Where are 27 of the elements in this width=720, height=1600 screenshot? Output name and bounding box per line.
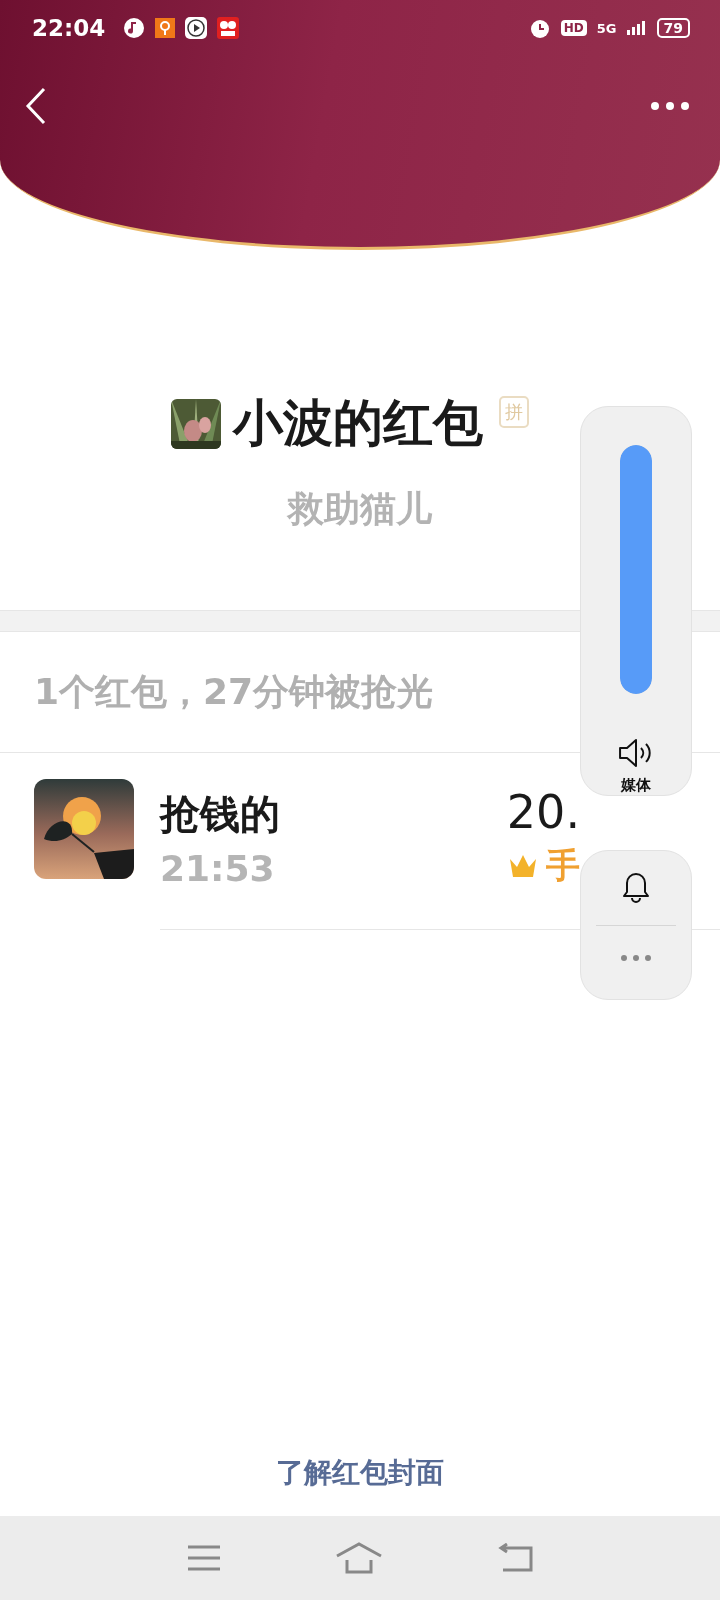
network-type: 5G xyxy=(596,20,617,36)
claimer-name: 抢钱的 xyxy=(160,790,281,839)
status-time: 22:04 xyxy=(32,15,106,41)
home-button[interactable] xyxy=(335,1542,383,1574)
cover-info-link[interactable]: 了解红包封面 xyxy=(276,1454,444,1492)
battery-level: 79 xyxy=(656,18,690,38)
app-icon xyxy=(217,17,240,39)
music-note-icon xyxy=(123,17,146,39)
back-button[interactable] xyxy=(24,86,48,126)
packet-message: 救助猫儿 xyxy=(288,487,432,531)
menu-button[interactable] xyxy=(187,1545,221,1571)
volume-slider[interactable] xyxy=(620,445,652,695)
more-button[interactable] xyxy=(650,101,690,111)
summary-text: 1个红包，27分钟被抢光 xyxy=(34,669,434,714)
volume-label: 媒体 xyxy=(621,776,651,795)
hd-indicator: HD xyxy=(560,20,587,36)
signal-icon xyxy=(626,21,647,35)
best-luck-label: 手 xyxy=(546,844,580,887)
more-options-icon[interactable] xyxy=(620,954,652,962)
sender-title: 小波的红包 xyxy=(233,393,483,454)
speaker-icon xyxy=(618,738,654,768)
claim-time: 21:53 xyxy=(160,848,276,889)
app-icon xyxy=(155,18,176,38)
alarm-icon xyxy=(528,17,551,39)
play-icon xyxy=(185,17,208,39)
claim-amount: 20. xyxy=(506,785,580,839)
back-nav-button[interactable] xyxy=(497,1543,533,1573)
